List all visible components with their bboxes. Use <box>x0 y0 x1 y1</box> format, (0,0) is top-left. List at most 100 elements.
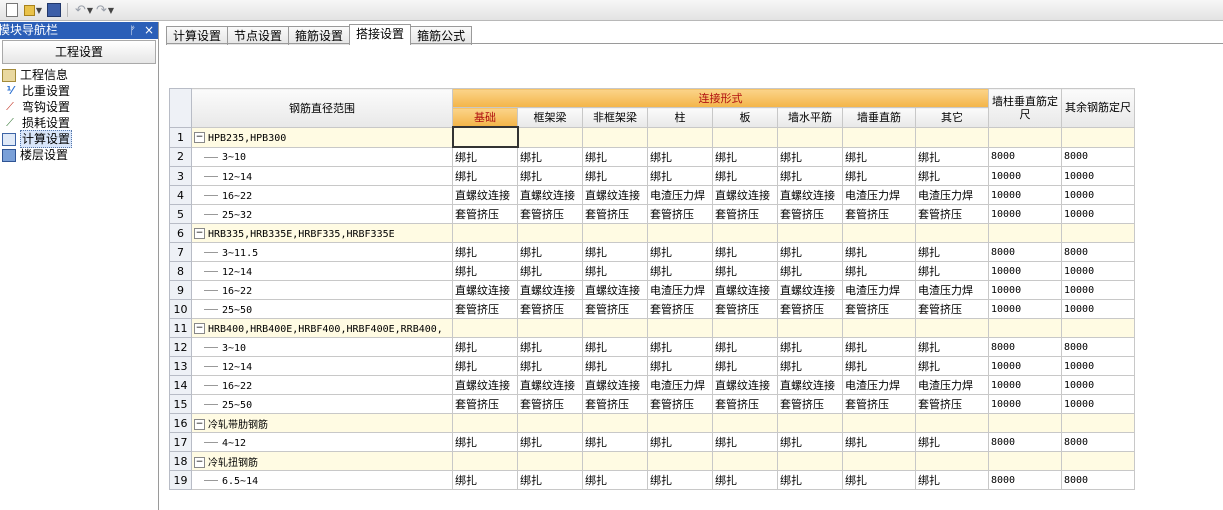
connection-cell[interactable]: 绑扎 <box>777 242 843 262</box>
connection-cell[interactable]: 绑扎 <box>582 166 648 186</box>
connection-cell[interactable] <box>915 451 989 471</box>
connection-cell[interactable]: 绑扎 <box>517 356 583 376</box>
other-fixed-length-cell[interactable]: 8000 <box>1061 146 1135 167</box>
wall-fixed-length-cell[interactable]: 10000 <box>988 204 1062 224</box>
other-fixed-length-cell[interactable]: 8000 <box>1061 337 1135 357</box>
nav-item-loss[interactable]: ⟋ 损耗设置 <box>0 115 158 131</box>
close-icon[interactable]: × <box>144 22 154 39</box>
other-fixed-length-cell[interactable]: 10000 <box>1061 299 1135 319</box>
other-fixed-length-cell[interactable] <box>1061 318 1135 338</box>
wall-fixed-length-cell[interactable] <box>988 413 1062 433</box>
connection-cell[interactable]: 电渣压力焊 <box>842 185 916 205</box>
connection-cell[interactable] <box>452 223 518 243</box>
connection-cell[interactable]: 绑扎 <box>842 337 916 357</box>
connection-cell[interactable] <box>712 223 778 243</box>
connection-cell[interactable] <box>647 126 713 148</box>
connection-cell[interactable]: 电渣压力焊 <box>915 280 989 300</box>
connection-cell[interactable]: 电渣压力焊 <box>842 375 916 395</box>
connection-cell[interactable] <box>582 126 648 148</box>
connection-cell[interactable]: 电渣压力焊 <box>915 185 989 205</box>
connection-cell[interactable] <box>517 451 583 471</box>
connection-cell[interactable]: 直螺纹连接 <box>582 185 648 205</box>
connection-cell[interactable]: 套管挤压 <box>517 299 583 319</box>
connection-cell[interactable]: 电渣压力焊 <box>915 375 989 395</box>
connection-cell[interactable]: 绑扎 <box>517 261 583 281</box>
connection-cell[interactable]: 绑扎 <box>517 432 583 452</box>
connection-cell[interactable]: 绑扎 <box>712 470 778 490</box>
connection-cell[interactable] <box>517 318 583 338</box>
save-button[interactable] <box>45 2 63 18</box>
connection-cell[interactable]: 绑扎 <box>517 470 583 490</box>
connection-cell[interactable]: 绑扎 <box>842 261 916 281</box>
wall-fixed-length-cell[interactable] <box>988 451 1062 471</box>
connection-cell[interactable] <box>647 223 713 243</box>
connection-cell[interactable]: 直螺纹连接 <box>517 280 583 300</box>
connection-cell[interactable]: 套管挤压 <box>915 299 989 319</box>
connection-cell[interactable]: 直螺纹连接 <box>582 280 648 300</box>
connection-cell[interactable] <box>517 223 583 243</box>
connection-cell[interactable]: 绑扎 <box>777 432 843 452</box>
connection-cell[interactable]: 套管挤压 <box>712 299 778 319</box>
connection-cell[interactable]: 绑扎 <box>842 242 916 262</box>
pin-icon[interactable]: ᚠ <box>129 22 136 39</box>
connection-cell[interactable]: 绑扎 <box>777 337 843 357</box>
nav-item-hook[interactable]: ⟋ 弯钩设置 <box>0 99 158 115</box>
connection-cell[interactable]: 绑扎 <box>777 261 843 281</box>
connection-cell[interactable] <box>915 413 989 433</box>
connection-cell[interactable]: 套管挤压 <box>452 299 518 319</box>
connection-cell[interactable]: 套管挤压 <box>842 394 916 414</box>
connection-cell[interactable]: 套管挤压 <box>842 299 916 319</box>
nav-item-weight[interactable]: ¹⁄ 比重设置 <box>0 83 158 99</box>
wall-fixed-length-cell[interactable]: 8000 <box>988 146 1062 167</box>
connection-cell[interactable] <box>517 126 583 148</box>
connection-cell[interactable] <box>712 318 778 338</box>
connection-cell[interactable]: 电渣压力焊 <box>842 280 916 300</box>
connection-cell[interactable]: 套管挤压 <box>452 394 518 414</box>
connection-cell[interactable]: 直螺纹连接 <box>777 185 843 205</box>
connection-cell[interactable]: 绑扎 <box>777 166 843 186</box>
connection-cell[interactable]: 套管挤压 <box>517 394 583 414</box>
connection-cell[interactable]: 绑扎 <box>647 146 713 167</box>
nav-section-project-settings[interactable]: 工程设置 <box>2 40 156 64</box>
connection-cell[interactable]: 套管挤压 <box>842 204 916 224</box>
connection-cell[interactable]: 绑扎 <box>647 261 713 281</box>
connection-cell[interactable]: 绑扎 <box>647 242 713 262</box>
connection-cell[interactable]: 绑扎 <box>777 470 843 490</box>
connection-cell[interactable]: 直螺纹连接 <box>452 185 518 205</box>
connection-cell[interactable] <box>915 223 989 243</box>
connection-cell[interactable]: 绑扎 <box>915 166 989 186</box>
connection-cell[interactable]: 绑扎 <box>452 261 518 281</box>
connection-cell[interactable]: 绑扎 <box>582 432 648 452</box>
other-fixed-length-cell[interactable] <box>1061 413 1135 433</box>
collapse-icon[interactable]: − <box>194 323 205 334</box>
connection-cell[interactable]: 直螺纹连接 <box>712 375 778 395</box>
connection-cell[interactable]: 绑扎 <box>647 470 713 490</box>
connection-cell[interactable]: 套管挤压 <box>647 299 713 319</box>
connection-cell[interactable] <box>915 126 989 148</box>
connection-cell[interactable] <box>582 318 648 338</box>
connection-cell[interactable]: 绑扎 <box>712 242 778 262</box>
connection-cell[interactable]: 绑扎 <box>452 356 518 376</box>
wall-fixed-length-cell[interactable]: 10000 <box>988 375 1062 395</box>
connection-cell[interactable] <box>452 413 518 433</box>
collapse-icon[interactable]: − <box>194 457 205 468</box>
connection-cell[interactable]: 绑扎 <box>915 261 989 281</box>
connection-cell[interactable]: 绑扎 <box>452 432 518 452</box>
connection-cell[interactable]: 直螺纹连接 <box>777 280 843 300</box>
undo-button[interactable]: ↶ ▼ <box>75 2 93 18</box>
connection-cell[interactable]: 套管挤压 <box>915 204 989 224</box>
connection-cell[interactable]: 绑扎 <box>582 470 648 490</box>
connection-cell[interactable]: 绑扎 <box>712 432 778 452</box>
other-fixed-length-cell[interactable]: 10000 <box>1061 394 1135 414</box>
connection-cell[interactable] <box>777 413 843 433</box>
connection-cell[interactable]: 绑扎 <box>842 146 916 167</box>
connection-cell[interactable]: 直螺纹连接 <box>452 280 518 300</box>
nav-item-floor[interactable]: 楼层设置 <box>0 147 158 163</box>
connection-cell[interactable]: 绑扎 <box>842 166 916 186</box>
connection-cell[interactable]: 绑扎 <box>915 356 989 376</box>
other-fixed-length-cell[interactable] <box>1061 126 1135 148</box>
connection-cell[interactable]: 直螺纹连接 <box>517 185 583 205</box>
connection-cell[interactable] <box>712 451 778 471</box>
nav-item-calc[interactable]: 计算设置 <box>0 130 158 148</box>
wall-fixed-length-cell[interactable]: 10000 <box>988 166 1062 186</box>
